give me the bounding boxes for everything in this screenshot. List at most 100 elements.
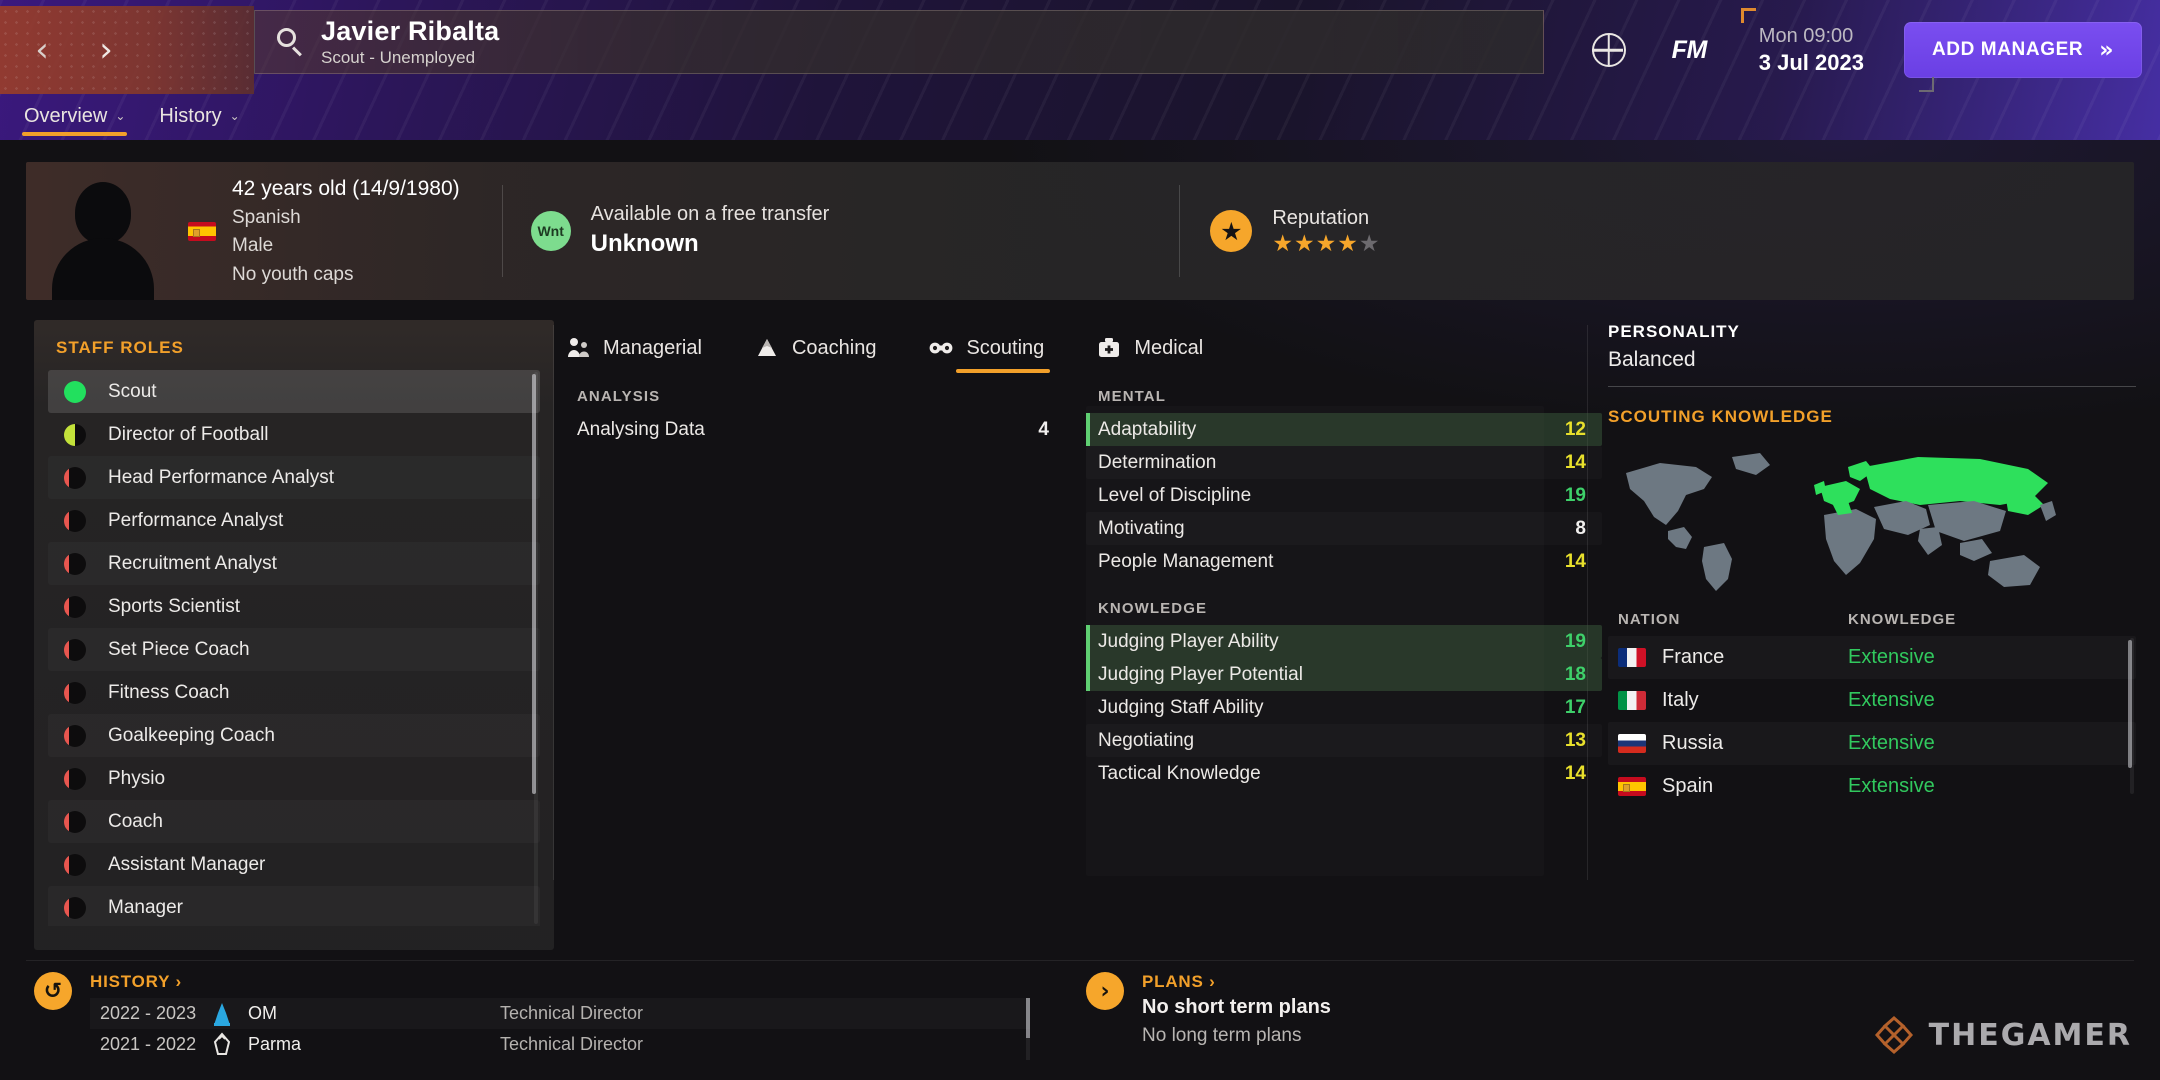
mental-attribute-row[interactable]: People Management 14 [1086,545,1602,578]
divider [26,960,2134,961]
role-suitability-indicator [64,767,86,790]
nation-row[interactable]: France Extensive [1608,636,2136,679]
staff-role-row[interactable]: Fitness Coach [48,671,540,714]
staff-role-row[interactable]: Physio [48,757,540,800]
nation-row[interactable]: Spain Extensive [1608,765,2136,798]
staff-role-row[interactable]: Recruitment Analyst [48,542,540,585]
world-map [1608,443,2108,593]
coaching-icon [754,335,780,361]
knowledge-attribute-row[interactable]: Judging Player Ability 19 [1086,625,1602,658]
flag-italy-icon [1618,691,1646,710]
staff-role-row[interactable]: Manager [48,886,540,926]
history-row[interactable]: 2021 - 2022 Parma Technical Director [90,1029,1030,1060]
staff-role-label: Goalkeeping Coach [108,724,275,746]
attribute-value: 14 [1564,550,1586,572]
add-manager-button[interactable]: ADD MANAGER » [1903,22,2142,78]
knowledge-attribute-row[interactable]: Judging Player Potential 18 [1086,658,1602,691]
analysis-attribute-row[interactable]: Analysing Data 4 [565,413,1075,446]
history-section: ↺ HISTORY › 2022 - 2023 OM Technical Direc… [34,972,1054,1060]
history-scrollbar-thumb[interactable] [1026,998,1030,1038]
staff-roles-scrollbar-track[interactable] [532,372,538,924]
attribute-value: 17 [1564,696,1586,718]
knowledge-attribute-row[interactable]: Judging Staff Ability 17 [1086,691,1602,724]
attribute-name: Motivating [1098,517,1185,539]
contract-badge: Wnt [530,210,571,251]
fm-logo: FM [1671,35,1708,64]
staff-role-row[interactable]: Director of Football [48,413,540,456]
knowledge-attribute-row[interactable]: Tactical Knowledge 14 [1086,757,1602,790]
attribute-value: 18 [1564,663,1586,685]
attribute-name: People Management [1098,550,1274,572]
attribute-name: Negotiating [1098,729,1195,751]
mental-attribute-row[interactable]: Adaptability 12 [1086,413,1602,446]
knowledge-attribute-row[interactable]: Negotiating 13 [1086,724,1602,757]
forward-button[interactable]: › [86,30,126,70]
caps-line: No youth caps [232,263,354,285]
staff-roles-title: STAFF ROLES [56,338,184,357]
app-header: ‹ › Javier Ribalta Scout - Unemployed FM… [0,0,2160,100]
attribute-value: 14 [1564,451,1586,473]
back-button[interactable]: ‹ [22,30,62,70]
tab-coaching-label: Coaching [791,336,877,359]
staff-role-row[interactable]: Head Performance Analyst [48,456,540,499]
tab-scouting[interactable]: Scouting [928,335,1051,373]
attribute-name: Judging Player Potential [1098,663,1303,685]
staff-role-row[interactable]: Performance Analyst [48,499,540,542]
globe-icon[interactable] [1591,33,1626,67]
staff-role-row[interactable]: Goalkeeping Coach [48,714,540,757]
nation-scrollbar-thumb[interactable] [2128,640,2132,768]
nation-name-cell: France [1618,646,1848,669]
flag-france-icon [1618,648,1646,667]
nation-knowledge-level: Extensive [1848,775,1935,797]
staff-roles-list: Scout Director of Football Head Performanc… [48,370,540,926]
thegamer-watermark-text: THEGAMER [1928,1017,2132,1053]
tab-coaching[interactable]: Coaching [754,335,877,373]
reputation-stars: ★★★★★ [1272,230,1381,257]
tab-managerial[interactable]: Managerial [565,335,702,373]
tab-history[interactable]: History ⌄ [159,105,239,136]
tab-overview[interactable]: Overview ⌄ [21,105,128,136]
chevron-down-icon: ⌄ [115,109,126,123]
staff-role-row[interactable]: Coach [48,800,540,843]
attribute-name: Analysing Data [577,418,705,440]
staff-role-label: Scout [108,380,157,402]
date-time-display: Mon 09:00 3 Jul 2023 [1740,7,1934,93]
attribute-value: 8 [1575,517,1586,539]
thegamer-logo-icon [1874,1015,1913,1055]
fm-staff-profile-screen: ‹ › Javier Ribalta Scout - Unemployed FM… [0,0,2160,1080]
mental-attribute-row[interactable]: Determination 14 [1086,446,1602,479]
mental-attribute-row[interactable]: Motivating 8 [1086,512,1602,545]
mental-attribute-row[interactable]: Level of Discipline 19 [1086,479,1602,512]
contract-status-text: Available on a free transfer [590,203,830,226]
person-subtitle: Scout - Unemployed [321,47,476,67]
history-link[interactable]: HISTORY › [90,972,1054,992]
search-bar[interactable]: Javier Ribalta Scout - Unemployed [254,10,1544,74]
profile-summary-bar: 42 years old (14/9/1980) Spanish Male No… [26,162,2134,300]
history-arrow-icon: ↺ [34,972,72,1010]
attribute-name: Level of Discipline [1098,484,1252,506]
staff-role-label: Sports Scientist [108,595,240,617]
staff-role-label: Coach [108,810,163,832]
staff-role-row[interactable]: Sports Scientist [48,585,540,628]
nation-scrollbar-track[interactable] [2128,638,2134,794]
staff-role-row[interactable]: Set Piece Coach [48,628,540,671]
history-row[interactable]: 2022 - 2023 OM Technical Director [90,998,1030,1029]
personal-info-block: 42 years old (14/9/1980) Spanish Male No… [188,173,460,288]
section-tabs: Overview ⌄ History ⌄ [0,100,2160,140]
nation-row[interactable]: Russia Extensive [1608,722,2136,765]
attribute-value: 12 [1564,418,1586,440]
contract-value-text: Unknown [590,230,699,258]
staff-role-label: Performance Analyst [108,509,284,531]
medical-kit-icon [1096,335,1122,361]
nation-row[interactable]: Italy Extensive [1608,679,2136,722]
staff-role-row[interactable]: Assistant Manager [48,843,540,886]
staff-role-row[interactable]: Scout [48,370,540,413]
history-scrollbar-track[interactable] [1026,998,1030,1060]
nation-knowledge-level: Extensive [1848,646,1935,668]
nation-table-header: NATION KNOWLEDGE [1608,611,2136,636]
plans-link[interactable]: PLANS › [1142,972,1331,992]
staff-role-label: Assistant Manager [108,853,266,875]
staff-roles-scrollbar-thumb[interactable] [532,374,536,794]
tab-medical[interactable]: Medical [1096,335,1203,373]
knowledge-heading: KNOWLEDGE [1098,600,1208,617]
